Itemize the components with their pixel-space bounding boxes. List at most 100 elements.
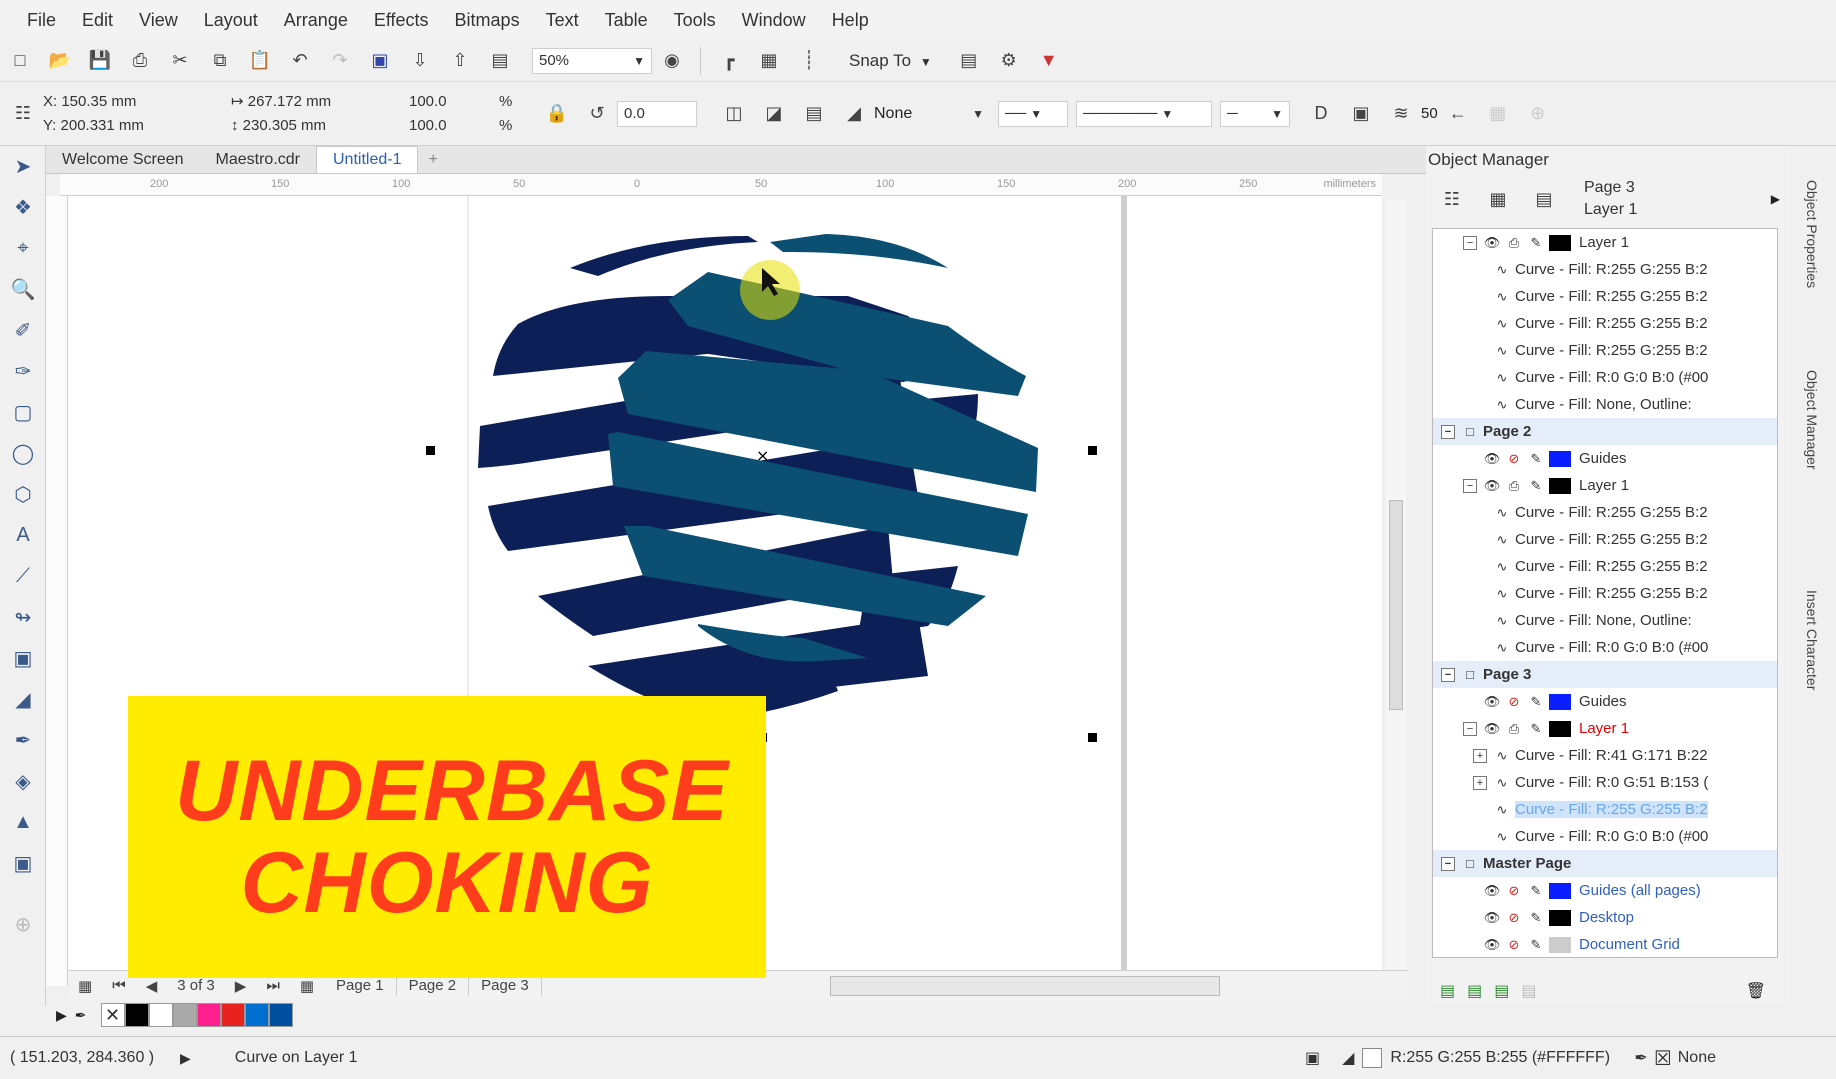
palette-arrow-icon[interactable]: ▶: [56, 1007, 67, 1024]
add-tool-icon[interactable]: ⊕: [0, 904, 46, 945]
edit-across-layers-icon[interactable]: ▦: [1483, 184, 1513, 214]
tree-curve-row[interactable]: ∿ Curve - Fill: R:0 G:0 B:0 (#00: [1433, 364, 1777, 391]
first-page-icon[interactable]: ⏮: [112, 977, 126, 994]
vertical-scrollbar[interactable]: [1386, 200, 1406, 980]
add-page-icon[interactable]: ▦: [78, 977, 92, 995]
color-swatch[interactable]: [172, 1003, 197, 1027]
add-page-end-icon[interactable]: ▦: [300, 977, 314, 995]
tree-guides-row[interactable]: 👁 ⊘ ✎ Guides: [1433, 688, 1777, 715]
smart-fill-tool-icon[interactable]: ▲: [0, 802, 46, 843]
mirror-vertical-icon[interactable]: ◪: [759, 99, 789, 129]
width-field[interactable]: ↦ 267.172 mm: [231, 90, 391, 114]
pencil-icon[interactable]: ✎: [1527, 910, 1545, 926]
pencil-icon[interactable]: ✎: [1527, 883, 1545, 899]
tree-curve-row[interactable]: + ∿ Curve - Fill: R:0 G:51 B:153 (: [1433, 769, 1777, 796]
new-layer-icon[interactable]: ▤: [1440, 981, 1455, 1001]
import-icon[interactable]: ⇩: [405, 46, 435, 76]
delete-icon[interactable]: 🗑: [1746, 981, 1766, 1001]
eye-icon[interactable]: 👁: [1483, 721, 1501, 737]
wrap-icon[interactable]: ▣: [1346, 99, 1376, 129]
menu-view[interactable]: View: [126, 10, 191, 31]
collapse-icon[interactable]: −: [1441, 424, 1455, 439]
fill-dropdown[interactable]: None ▼: [874, 105, 984, 123]
color-swatch[interactable]: [268, 1003, 293, 1027]
menu-help[interactable]: Help: [819, 10, 882, 31]
page-tab-1[interactable]: Page 1: [324, 975, 397, 996]
tree-curve-row[interactable]: ∿ Curve - Fill: R:255 G:255 B:2: [1433, 580, 1777, 607]
new-document-icon[interactable]: □: [5, 46, 35, 76]
tree-curve-row[interactable]: ∿ Curve - Fill: None, Outline:: [1433, 607, 1777, 634]
tab-maestro[interactable]: Maestro.cdr: [200, 147, 316, 173]
object-origin-icon[interactable]: ☷: [8, 99, 38, 129]
paste-icon[interactable]: 📋: [245, 46, 275, 76]
tree-layer-row[interactable]: − 👁 ⎙ ✎ Layer 1: [1433, 229, 1777, 256]
show-rulers-icon[interactable]: ┏: [714, 46, 744, 76]
color-swatch[interactable]: [196, 1003, 221, 1027]
color-swatch[interactable]: [220, 1003, 245, 1027]
close-curve-icon[interactable]: D: [1306, 99, 1336, 129]
color-swatch[interactable]: [148, 1003, 173, 1027]
outline-pen-tool-icon[interactable]: ▣: [0, 843, 46, 884]
eye-icon[interactable]: 👁: [1483, 478, 1501, 494]
eye-icon[interactable]: 👁: [1483, 694, 1501, 710]
end-arrowhead-select[interactable]: ─ ▼: [1220, 100, 1290, 127]
drop-shadow-tool-icon[interactable]: ▣: [0, 638, 46, 679]
tree-guides-row[interactable]: 👁 ⊘ ✎ Guides (all pages): [1433, 877, 1777, 904]
tree-curve-row[interactable]: ∿ Curve - Fill: R:255 G:255 B:2: [1433, 310, 1777, 337]
pencil-icon[interactable]: ✎: [1527, 694, 1545, 710]
collapse-icon[interactable]: −: [1463, 721, 1477, 736]
color-swatch[interactable]: [124, 1003, 149, 1027]
snap-to-dropdown[interactable]: Snap To ▼: [849, 51, 932, 71]
flyout-arrow-icon[interactable]: ▶: [1771, 192, 1780, 206]
options-icon[interactable]: ⚙: [994, 46, 1024, 76]
export-icon[interactable]: ⇧: [445, 46, 475, 76]
mirror-horizontal-icon[interactable]: ◫: [719, 99, 749, 129]
tree-page-row[interactable]: − □ Master Page: [1433, 850, 1777, 877]
artistic-media-tool-icon[interactable]: ✑: [0, 351, 46, 392]
vertical-scroll-thumb[interactable]: [1389, 500, 1403, 710]
horizontal-scrollbar[interactable]: [830, 976, 1220, 996]
shape-tool-icon[interactable]: ❖: [0, 187, 46, 228]
full-screen-preview-icon[interactable]: ◉: [657, 46, 687, 76]
search-content-icon[interactable]: ▣: [365, 46, 395, 76]
no-color-swatch[interactable]: ✕: [100, 1003, 125, 1027]
previous-page-icon[interactable]: ◀: [146, 977, 158, 995]
publish-pdf-icon[interactable]: ▤: [485, 46, 515, 76]
no-print-icon[interactable]: ⊘: [1505, 910, 1523, 926]
quick-customize-icon[interactable]: ▦: [1483, 99, 1513, 129]
pencil-icon[interactable]: ✎: [1527, 478, 1545, 494]
expand-icon[interactable]: +: [1473, 748, 1487, 763]
menu-layout[interactable]: Layout: [191, 10, 271, 31]
tree-curve-row[interactable]: + ∿ Curve - Fill: R:41 G:171 B:22: [1433, 742, 1777, 769]
tree-page-row[interactable]: − □ Page 2: [1433, 418, 1777, 445]
save-icon[interactable]: 💾: [85, 46, 115, 76]
color-swatch[interactable]: [244, 1003, 269, 1027]
vertical-ruler[interactable]: [46, 196, 68, 986]
tab-object-properties[interactable]: Object Properties: [1804, 180, 1820, 288]
page-tab-2[interactable]: Page 2: [397, 975, 470, 996]
line-style-select[interactable]: ─────── ▼: [1076, 100, 1212, 127]
tree-curve-row[interactable]: ∿ Curve - Fill: R:255 G:255 B:2: [1433, 499, 1777, 526]
tree-page-row[interactable]: − □ Page 3: [1433, 661, 1777, 688]
show-object-properties-icon[interactable]: ☷: [1437, 184, 1467, 214]
open-folder-icon[interactable]: 📂: [45, 46, 75, 76]
menu-effects[interactable]: Effects: [361, 10, 442, 31]
no-print-icon[interactable]: ⊘: [1505, 694, 1523, 710]
new-tab-button[interactable]: +: [418, 147, 447, 173]
show-guidelines-icon[interactable]: ┊: [794, 46, 824, 76]
new-master-layer-odd-icon[interactable]: ▤: [1521, 981, 1536, 1001]
scale-y-field[interactable]: 100.0: [409, 114, 481, 138]
pencil-icon[interactable]: ✎: [1527, 235, 1545, 251]
welcome-screen-icon[interactable]: ▤: [954, 46, 984, 76]
redo-icon[interactable]: ↷: [325, 46, 355, 76]
document-color-icon[interactable]: ▣: [1305, 1048, 1320, 1068]
ellipse-tool-icon[interactable]: ◯: [0, 433, 46, 474]
collapse-icon[interactable]: −: [1441, 667, 1455, 682]
expand-icon[interactable]: +: [1473, 775, 1487, 790]
play-icon[interactable]: ▶: [180, 1050, 191, 1067]
menu-table[interactable]: Table: [592, 10, 661, 31]
printer-icon[interactable]: ⎙: [1505, 721, 1523, 737]
tab-object-manager[interactable]: Object Manager: [1804, 370, 1820, 470]
collapse-icon[interactable]: −: [1463, 478, 1477, 493]
eyedropper-icon[interactable]: ✒: [75, 1007, 87, 1024]
